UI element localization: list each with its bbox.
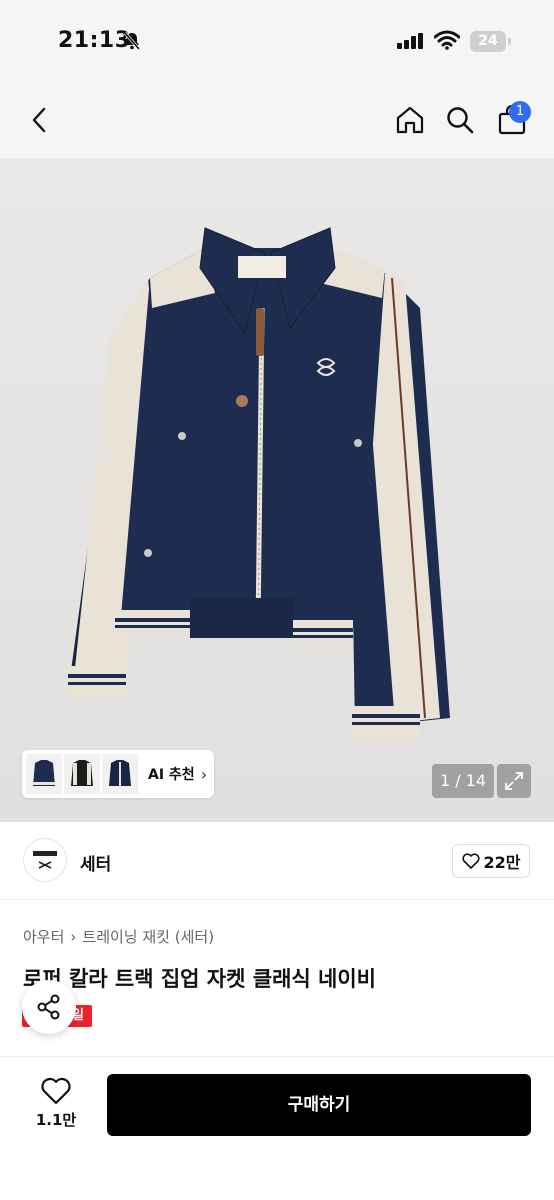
bell-off-icon: [123, 32, 141, 50]
back-icon: [32, 107, 46, 133]
thumbnail-2: [64, 754, 100, 794]
back-button[interactable]: [20, 100, 60, 140]
cart-count-badge: 1: [509, 101, 531, 123]
shop-logo: [23, 838, 67, 882]
share-button[interactable]: [22, 980, 76, 1034]
product-title: 로퍼 칼라 트랙 집업 자켓 클래식 네이비: [23, 967, 376, 991]
search-button[interactable]: [440, 100, 480, 140]
jacket-thumb-icon: [109, 760, 131, 786]
wishlist-button[interactable]: 1.1만: [28, 1077, 84, 1137]
top-nav: [0, 82, 554, 158]
shop-like-button[interactable]: 22만: [452, 844, 530, 878]
chevron-right-icon: ›: [70, 927, 77, 946]
heart-icon: [461, 853, 480, 869]
bottom-action-bar: 1.1만 구매하기: [0, 1056, 554, 1200]
shop-logo-icon: [33, 851, 57, 869]
signal-icon: [397, 33, 423, 49]
shop-like-count: 22만: [483, 853, 521, 872]
heart-icon: [41, 1077, 71, 1105]
home-button[interactable]: [390, 100, 430, 140]
share-icon: [37, 994, 60, 1020]
breadcrumb-item[interactable]: 트레이닝 재킷 (세터): [82, 926, 214, 947]
buy-button[interactable]: 구매하기: [107, 1074, 531, 1136]
expand-icon: [505, 772, 523, 790]
home-icon: [396, 106, 424, 134]
jacket-thumb-icon: [33, 760, 55, 786]
chevron-right-icon: ›: [200, 764, 208, 784]
status-bar: 21:13 24: [0, 0, 554, 82]
shop-name: 세터: [80, 855, 112, 875]
image-page-counter: 1 / 14: [432, 764, 494, 798]
wishlist-count: 1.1만: [35, 1111, 77, 1129]
ai-recommendation-button[interactable]: AI 추천 ›: [22, 750, 214, 798]
wifi-icon: [434, 30, 460, 50]
product-image[interactable]: [0, 158, 554, 822]
breadcrumb-item[interactable]: 아우터: [23, 926, 64, 947]
status-time: 21:13: [58, 28, 131, 53]
thumbnail-1: [26, 754, 62, 794]
battery-level: 24: [470, 31, 506, 52]
battery-cap: [508, 38, 511, 45]
shop-row[interactable]: 세터 22만: [0, 822, 554, 900]
search-icon: [447, 107, 474, 134]
breadcrumb: 아우터 › 트레이닝 재킷 (세터): [23, 926, 214, 947]
thumbnail-3: [102, 754, 138, 794]
ai-reco-label: AI 추천: [148, 767, 195, 783]
jacket-photo: [68, 227, 450, 740]
jacket-thumb-icon: [71, 760, 93, 786]
expand-image-button[interactable]: [497, 764, 531, 798]
